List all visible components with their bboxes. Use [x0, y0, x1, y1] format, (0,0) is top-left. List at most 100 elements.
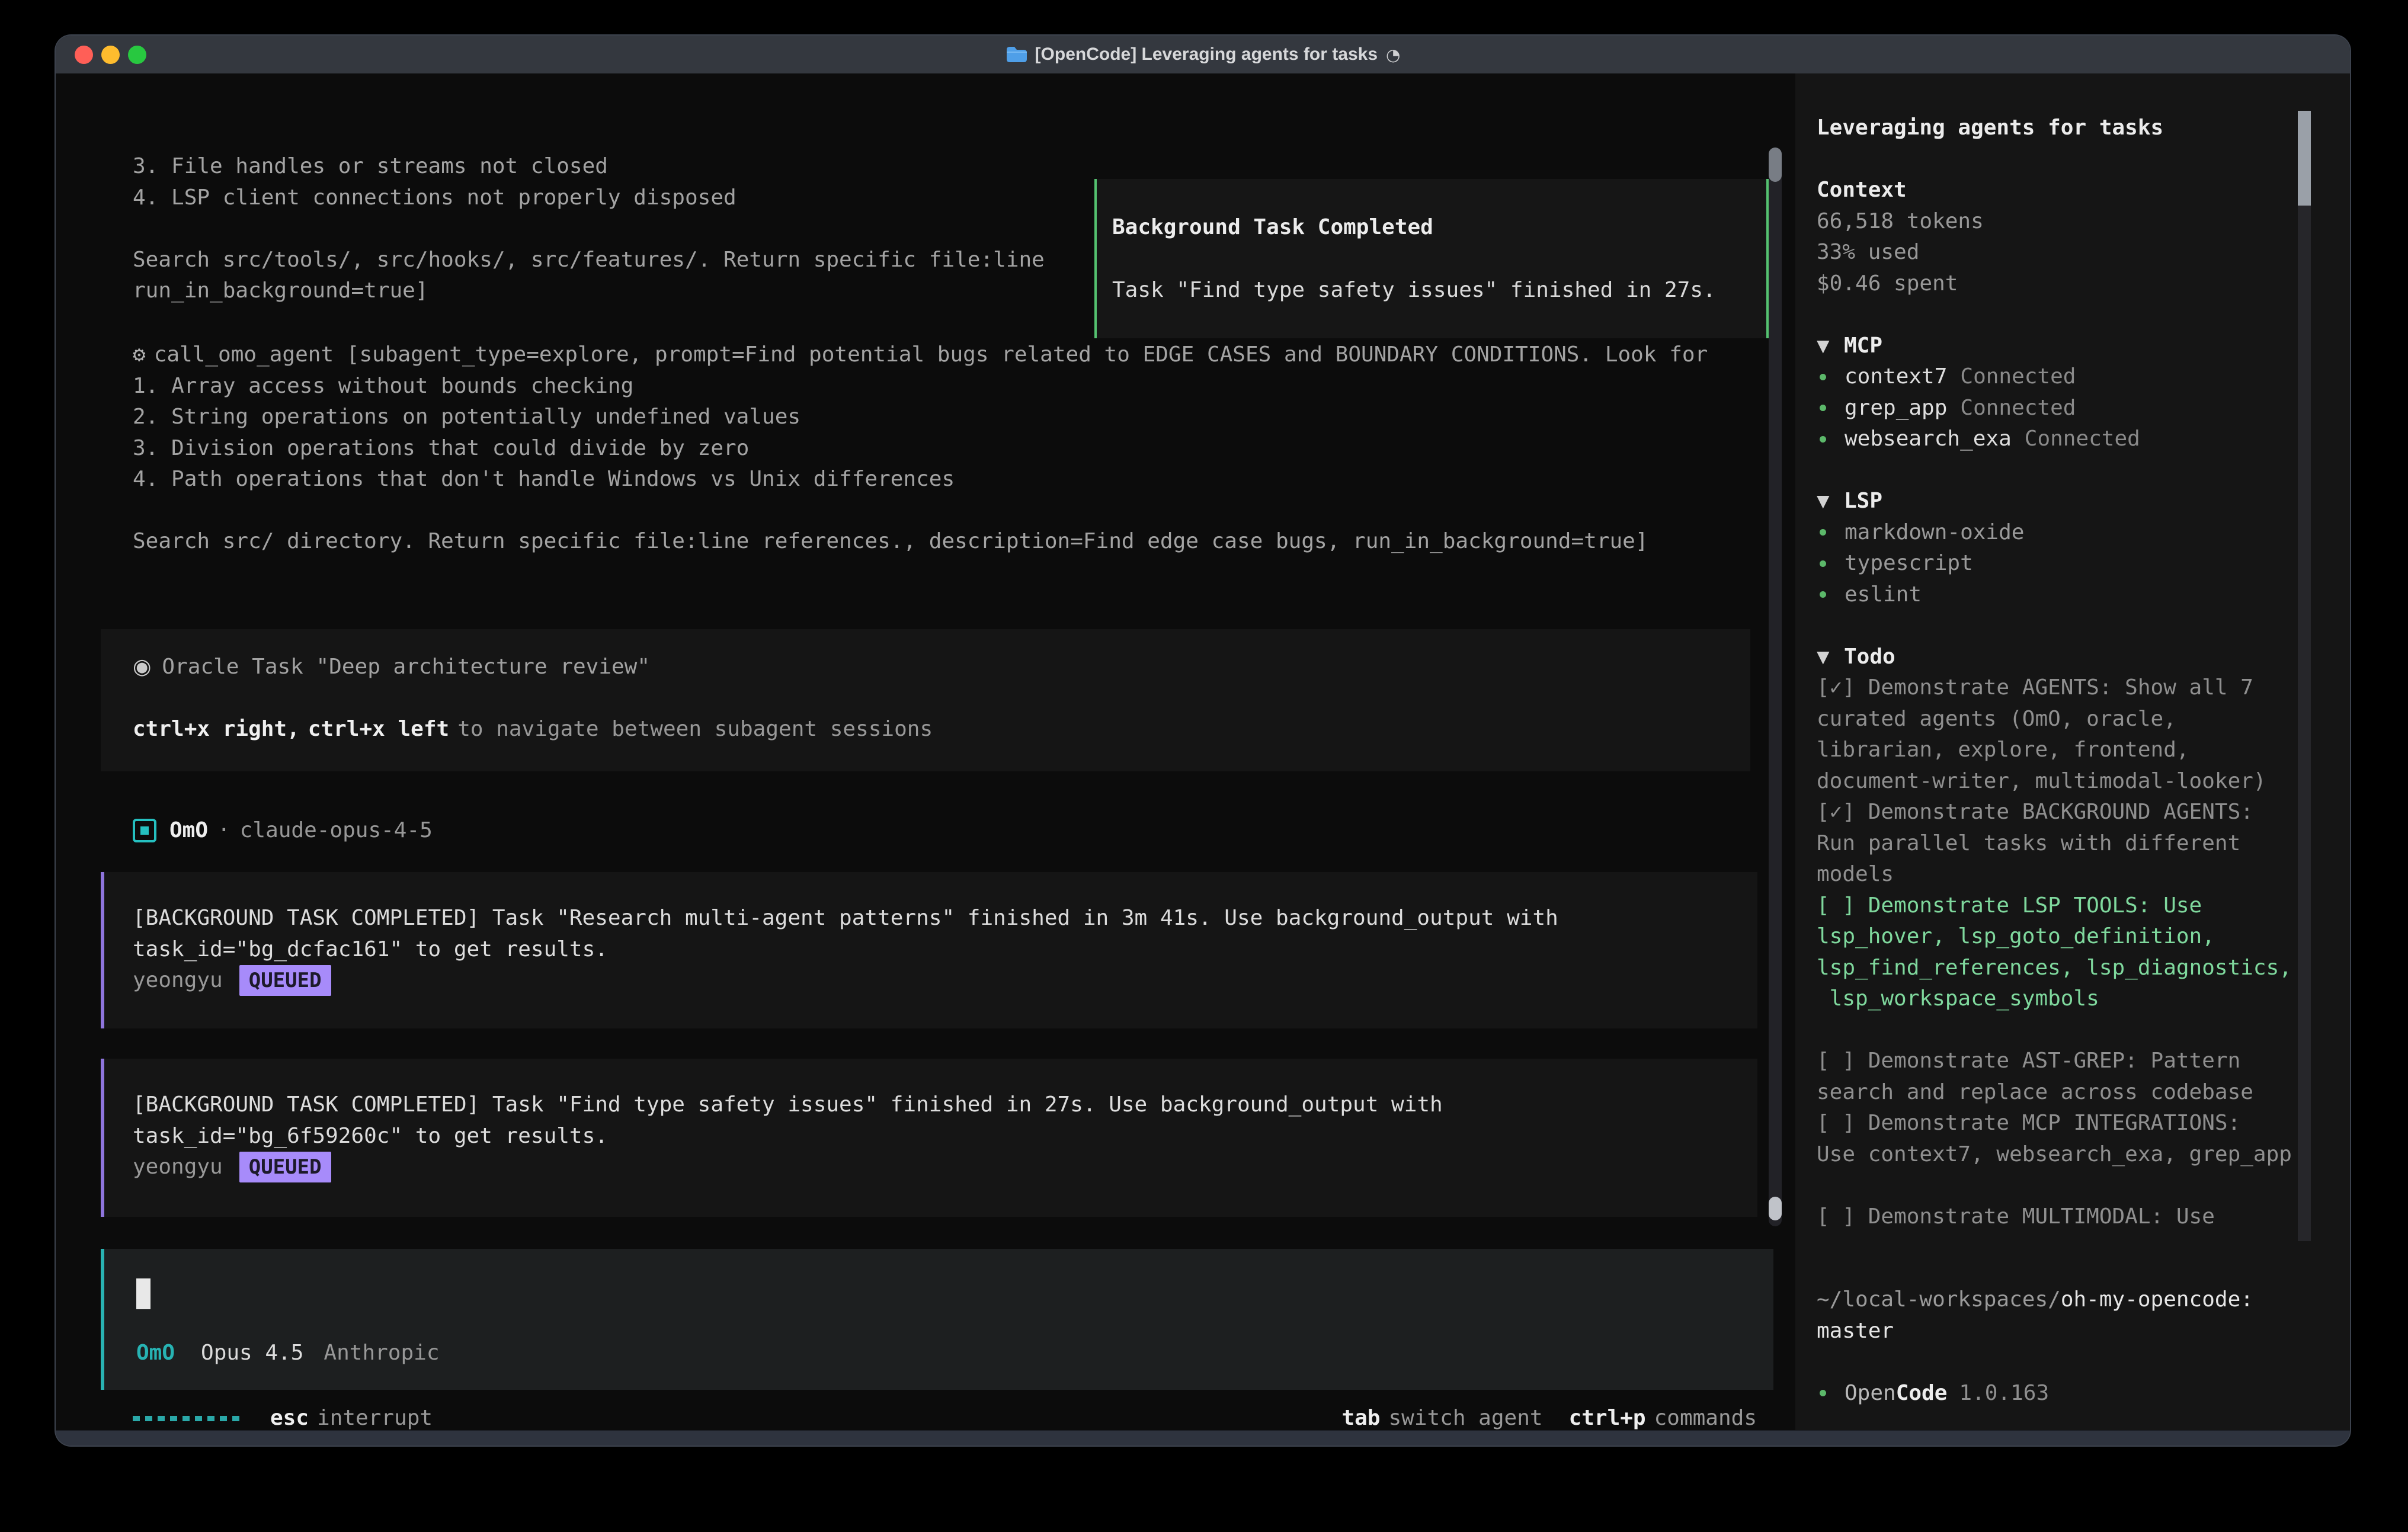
gear-icon: ⚙: [133, 339, 146, 371]
todo-line: librarian, explore, frontend,: [1817, 735, 2350, 766]
tool-call-line: 3. Division operations that could divide…: [133, 433, 1708, 464]
workspace-branch: master: [1817, 1316, 2350, 1347]
status-dot-icon: [1820, 405, 1826, 411]
ctrlp-action-label: commands: [1654, 1403, 1757, 1430]
todo-line: lsp_workspace_symbols: [1817, 983, 2350, 1015]
status-bar: esc interrupt tab switch agent ctrl+p co…: [133, 1403, 1757, 1430]
message-line: [BACKGROUND TASK COMPLETED] Task "Find t…: [133, 1089, 1757, 1121]
todo-line: [ ] Demonstrate MULTIMODAL: Use: [1817, 1201, 2350, 1233]
todo-line: [ ] Demonstrate LSP TOOLS: Use: [1817, 890, 2350, 922]
tool-call-block: ⚙call_omo_agent [subagent_type=explore, …: [133, 339, 1708, 557]
tab-action-label: switch agent: [1388, 1403, 1542, 1430]
terminal-window: [OpenCode] Leveraging agents for tasks◔ …: [56, 36, 2350, 1446]
mcp-section-header[interactable]: ▼MCP: [1817, 331, 2350, 362]
assistant-text-block: 3. File handles or streams not closed 4.…: [133, 151, 1045, 307]
context-used: 33% used: [1817, 237, 2350, 268]
message-background-task-2: [BACKGROUND TASK COMPLETED] Task "Find t…: [101, 1059, 1757, 1217]
prompt-input[interactable]: OmO Opus 4.5 Anthropic: [101, 1249, 1773, 1390]
tool-call-line: call_omo_agent [subagent_type=explore, p…: [154, 339, 1708, 371]
tool-call-line: 4. Path operations that don't handle Win…: [133, 464, 1708, 495]
ctrlp-key-label[interactable]: ctrl+p: [1569, 1403, 1646, 1430]
context-spent: $0.46 spent: [1817, 268, 2350, 300]
todo-line: [ ] Demonstrate MCP INTEGRATIONS:: [1817, 1108, 2350, 1139]
todo-line: [ ] Demonstrate AST-GREP: Pattern: [1817, 1046, 2350, 1077]
window-title-text: [OpenCode] Leveraging agents for tasks: [1035, 44, 1378, 65]
lsp-section-header[interactable]: ▼LSP: [1817, 486, 2350, 517]
status-dot-icon: [1820, 529, 1826, 536]
agent-header: OmO · claude-opus-4-5: [133, 815, 433, 847]
esc-key-label[interactable]: esc: [270, 1403, 309, 1430]
message-line: [133, 213, 1045, 245]
window-title: [OpenCode] Leveraging agents for tasks◔: [56, 36, 2350, 73]
main-scrollbar-thumb[interactable]: [1769, 1197, 1782, 1220]
tool-call-line: [133, 495, 1708, 527]
chat-area: 3. File handles or streams not closed 4.…: [56, 73, 1795, 1430]
fisheye-icon: ◉: [133, 652, 151, 683]
text-cursor: [136, 1278, 150, 1309]
todo-line: search and replace across codebase: [1817, 1077, 2350, 1108]
agent-model: claude-opus-4-5: [240, 815, 433, 847]
mcp-item: grep_appConnected: [1817, 393, 2350, 424]
message-line: 3. File handles or streams not closed: [133, 151, 1045, 182]
titlebar: [OpenCode] Leveraging agents for tasks◔: [56, 36, 2350, 75]
sidebar-scrollbar-thumb[interactable]: [2298, 111, 2311, 206]
status-badge: QUEUED: [239, 1152, 331, 1182]
todo-line: models: [1817, 859, 2350, 890]
tab-key-label[interactable]: tab: [1341, 1403, 1380, 1430]
todo-line: Use context7, websearch_exa, grep_app: [1817, 1139, 2350, 1171]
chevron-down-icon: ▼: [1817, 331, 1844, 362]
context-heading: Context: [1817, 175, 2350, 206]
chevron-down-icon: ▼: [1817, 486, 1844, 517]
todo-line: lsp_hover, lsp_goto_definition,: [1817, 921, 2350, 953]
toast-title: Background Task Completed: [1112, 212, 1766, 243]
message-background-task-1: [BACKGROUND TASK COMPLETED] Task "Resear…: [101, 872, 1757, 1028]
toast-background-task-completed[interactable]: Background Task Completed Task "Find typ…: [1094, 179, 1769, 338]
tool-call-line: Search src/ directory. Return specific f…: [133, 526, 1708, 557]
todo-line: [✓] Demonstrate AGENTS: Show all 7: [1817, 672, 2350, 704]
todo-line: Run parallel tasks with different: [1817, 828, 2350, 860]
status-dot-icon: [1820, 1390, 1826, 1396]
version-row: OpenCode1.0.163: [1817, 1378, 2350, 1409]
message-author: yeongyu: [133, 965, 223, 996]
todo-line: lsp_find_references, lsp_diagnostics,: [1817, 953, 2350, 984]
message-line: [BACKGROUND TASK COMPLETED] Task "Resear…: [133, 903, 1757, 934]
shortcut-key: ctrl+x right,: [133, 714, 300, 745]
sidebar: Leveraging agents for tasks Context 66,5…: [1795, 73, 2350, 1430]
esc-action-label: interrupt: [317, 1403, 433, 1430]
input-agent-label: OmO: [136, 1338, 175, 1369]
message-line: task_id="bg_6f59260c" to get results.: [133, 1121, 1757, 1152]
lsp-item: markdown-oxide: [1817, 517, 2350, 549]
folder-icon: [1006, 46, 1027, 63]
agent-name: OmO: [169, 815, 208, 847]
lsp-item: typescript: [1817, 548, 2350, 579]
oracle-task-title: Oracle Task "Deep architecture review": [162, 652, 650, 683]
main-scrollbar-track[interactable]: [1769, 148, 1782, 1226]
workspace-path: ~/local-workspaces/oh-my-opencode:: [1817, 1284, 2350, 1316]
shortcut-hint: to navigate between subagent sessions: [457, 714, 933, 745]
message-line: Search src/tools/, src/hooks/, src/featu…: [133, 245, 1045, 276]
main-scrollbar-top-segment: [1769, 148, 1782, 182]
status-dot-icon: [1820, 374, 1826, 380]
message-line: 4. LSP client connections not properly d…: [133, 182, 1045, 214]
status-dot-icon: [1820, 560, 1826, 567]
spinner-dots: [133, 1416, 239, 1421]
sidebar-scrollbar-track[interactable]: [2298, 111, 2311, 1241]
separator-dot: ·: [217, 815, 230, 847]
oracle-task-card[interactable]: ◉Oracle Task "Deep architecture review" …: [101, 629, 1750, 771]
message-line: task_id="bg_dcfac161" to get results.: [133, 934, 1757, 966]
status-badge: QUEUED: [239, 965, 331, 996]
input-model-label: Opus 4.5: [201, 1338, 303, 1369]
todo-section-header[interactable]: ▼Todo: [1817, 642, 2350, 673]
session-title: Leveraging agents for tasks: [1817, 113, 2350, 144]
mcp-item: context7Connected: [1817, 361, 2350, 393]
mcp-item: websearch_exaConnected: [1817, 424, 2350, 455]
window-bottom-bar: [56, 1430, 2350, 1446]
agent-checkbox-icon: [133, 819, 156, 842]
todo-line: document-writer, multimodal-looker): [1817, 766, 2350, 797]
shortcut-key: ctrl+x left: [308, 714, 449, 745]
todo-line: curated agents (OmO, oracle,: [1817, 704, 2350, 735]
input-provider-label: Anthropic: [324, 1338, 439, 1369]
message-line: run_in_background=true]: [133, 275, 1045, 307]
context-tokens: 66,518 tokens: [1817, 206, 2350, 238]
tool-call-line: 1. Array access without bounds checking: [133, 371, 1708, 402]
